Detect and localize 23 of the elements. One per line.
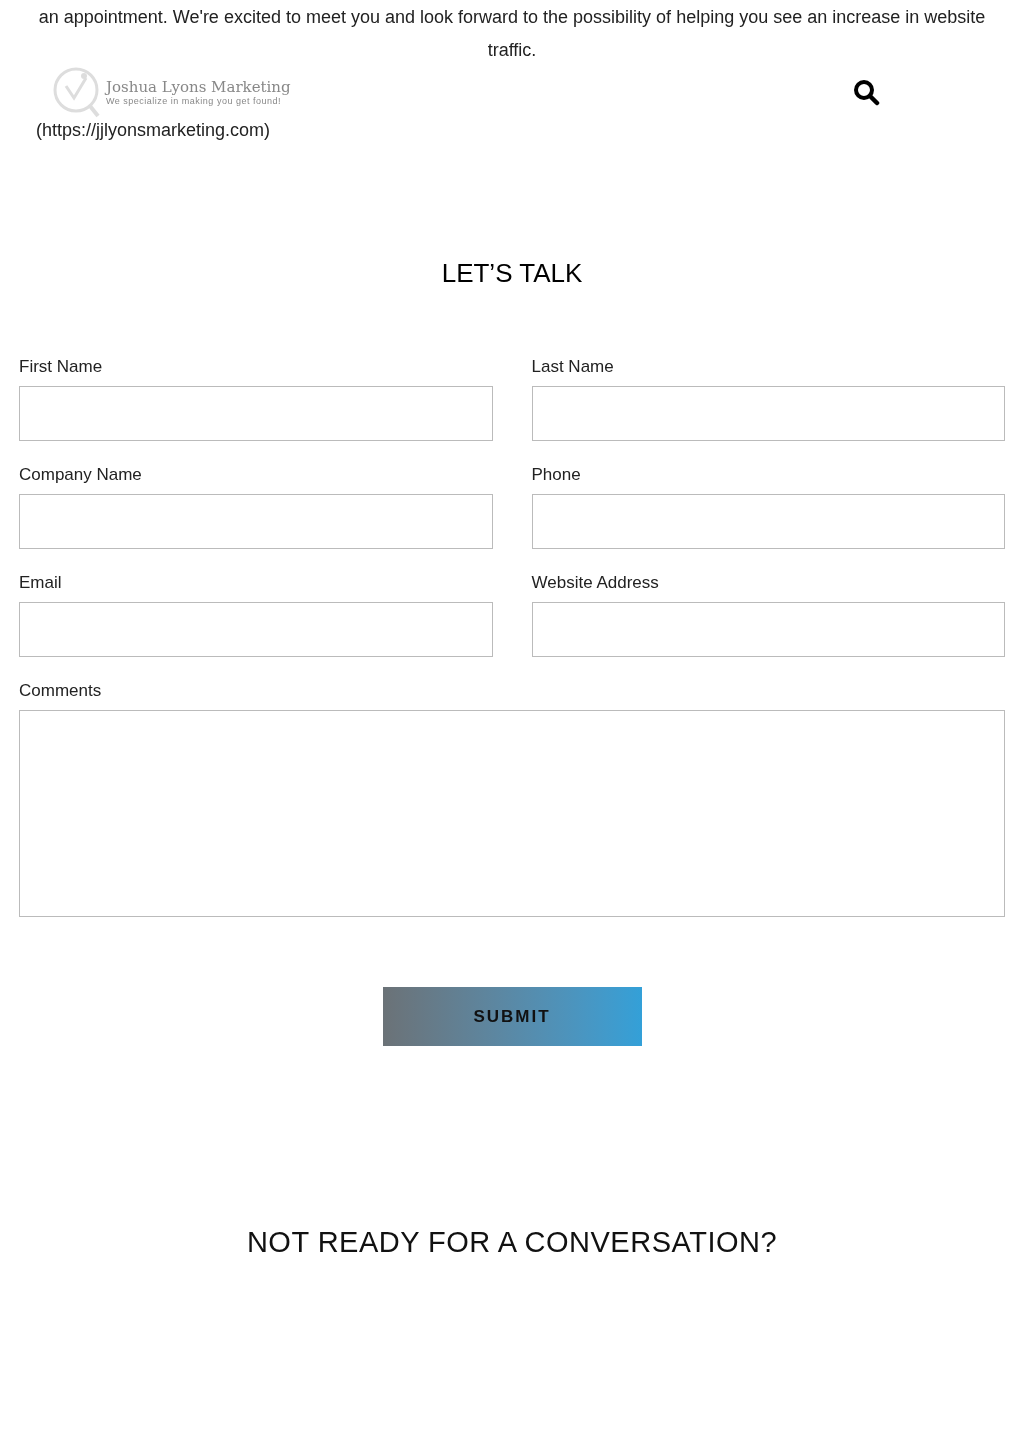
section-heading: NOT READY FOR A CONVERSATION? bbox=[245, 1225, 779, 1260]
field-label: First Name bbox=[19, 356, 104, 378]
logo-name: Joshua Lyons Marketing bbox=[106, 77, 291, 96]
logo-tagline: We specialize in making you get found! bbox=[106, 95, 282, 107]
input-field[interactable] bbox=[19, 386, 493, 441]
submit-button[interactable]: SUBMIT bbox=[382, 987, 642, 1046]
section-heading: LET’S TALK bbox=[440, 257, 584, 290]
input-field[interactable] bbox=[531, 602, 1005, 657]
input-field[interactable] bbox=[19, 602, 493, 657]
search-icon[interactable] bbox=[853, 78, 880, 106]
field-label: Website Address bbox=[531, 572, 660, 594]
field-label: Last Name bbox=[531, 356, 615, 378]
input-field[interactable] bbox=[19, 494, 493, 549]
field-label: Phone bbox=[531, 464, 582, 486]
logo[interactable]: Joshua Lyons Marketing We specialize in making you get found! bbox=[52, 64, 344, 120]
field-label: Comments bbox=[19, 680, 103, 702]
input-field[interactable] bbox=[531, 494, 1005, 549]
field-label: Company Name bbox=[19, 464, 143, 486]
field-label: Email bbox=[19, 572, 63, 594]
logo-link[interactable]: (https://jjlyonsmarketing.com) bbox=[36, 120, 271, 140]
intro-paragraph: an appointment. We're excited to meet you and look forward to the possibility of helping you see an increase in website traffic. bbox=[37, 6, 987, 62]
input-field[interactable] bbox=[531, 386, 1005, 441]
comments-box[interactable] bbox=[19, 710, 1005, 917]
